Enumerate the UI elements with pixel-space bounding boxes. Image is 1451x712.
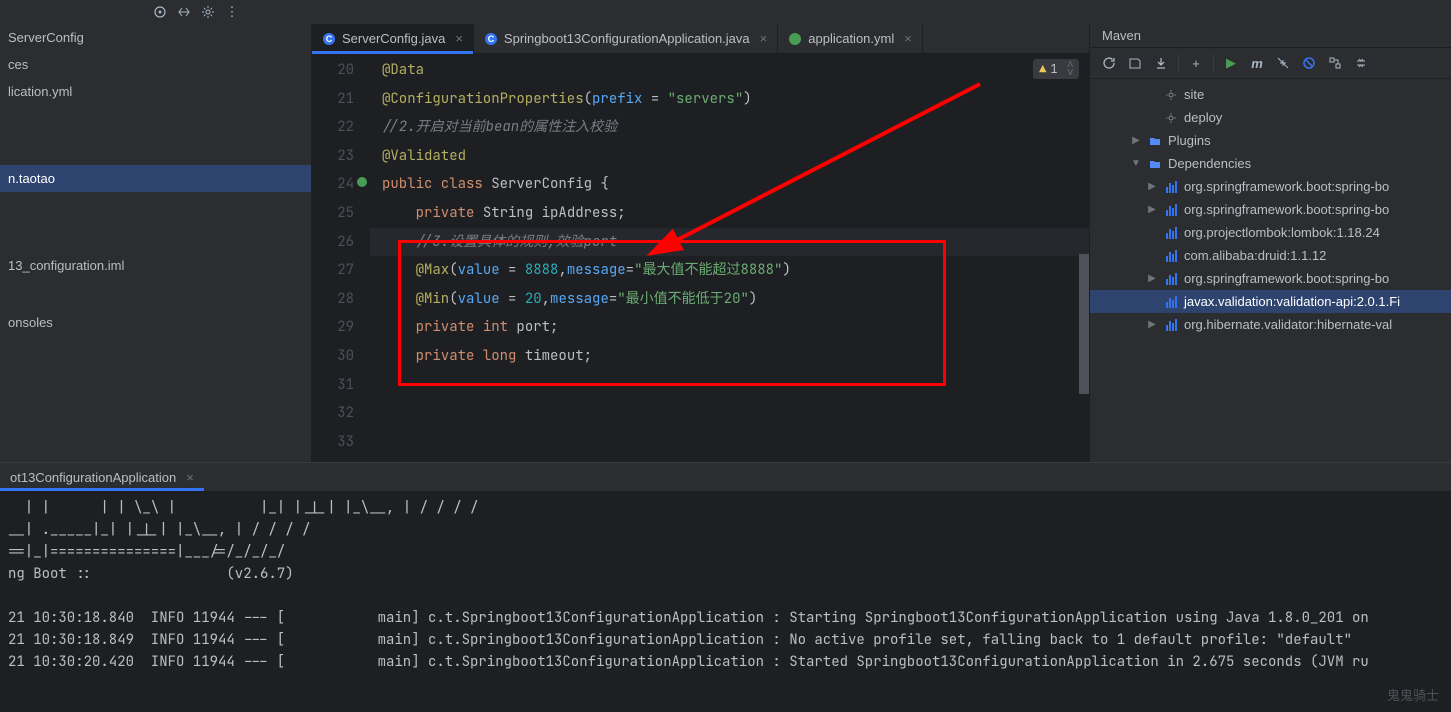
editor-tabs: C ServerConfig.java × C Springboot13Conf… xyxy=(312,24,1089,54)
java-class-icon: C xyxy=(322,32,336,46)
reload-icon[interactable] xyxy=(1098,52,1120,74)
run-gutter-icon[interactable] xyxy=(356,176,368,188)
maven-toolbar: + ▶ m xyxy=(1090,47,1451,79)
target-icon[interactable] xyxy=(148,0,172,24)
chevron-icon[interactable]: ▶ xyxy=(1146,204,1158,215)
close-icon[interactable]: × xyxy=(904,31,912,46)
tree-item-label: org.springframework.boot:spring-bo xyxy=(1184,202,1389,217)
maven-tree-item[interactable]: ▼ Dependencies xyxy=(1090,152,1451,175)
maven-m-icon[interactable]: m xyxy=(1246,52,1268,74)
run-icon[interactable]: ▶ xyxy=(1220,52,1242,74)
editor-area: C ServerConfig.java × C Springboot13Conf… xyxy=(312,24,1089,462)
tree-item-label: org.hibernate.validator:hibernate-val xyxy=(1184,317,1392,332)
project-item[interactable]: onsoles xyxy=(0,309,311,336)
tree-item-label: org.springframework.boot:spring-bo xyxy=(1184,179,1389,194)
tree-item-label: com.alibaba:druid:1.1.12 xyxy=(1184,248,1326,263)
maven-tree-item[interactable]: javax.validation:validation-api:2.0.1.Fi xyxy=(1090,290,1451,313)
library-icon xyxy=(1164,203,1178,217)
tree-item-label: org.springframework.boot:spring-bo xyxy=(1184,271,1389,286)
show-deps-icon[interactable] xyxy=(1324,52,1346,74)
project-item[interactable]: 13_configuration.iml xyxy=(0,252,311,279)
console-output[interactable]: | | | | \_\ | |_| |_|_| |_\__, | / / / /… xyxy=(0,491,1451,712)
tab-label: Springboot13ConfigurationApplication.jav… xyxy=(504,31,750,46)
folder-icon xyxy=(1148,134,1162,148)
maven-panel: Maven + ▶ m site deploy ▶ Plugins ▼ Dependenc… xyxy=(1089,24,1451,462)
main-toolbar: ⋮ xyxy=(0,0,1451,24)
add-icon[interactable]: + xyxy=(1185,52,1207,74)
tree-item-label: javax.validation:validation-api:2.0.1.Fi xyxy=(1184,294,1400,309)
tab-label: ServerConfig.java xyxy=(342,31,445,46)
toggle-offline-icon[interactable] xyxy=(1272,52,1294,74)
gear-icon xyxy=(1164,111,1178,125)
project-item[interactable]: ServerConfig xyxy=(0,24,311,51)
generate-sources-icon[interactable] xyxy=(1124,52,1146,74)
maven-tree-item[interactable]: site xyxy=(1090,83,1451,106)
chevron-icon[interactable]: ▶ xyxy=(1146,181,1158,192)
library-icon xyxy=(1164,226,1178,240)
tree-item-label: Dependencies xyxy=(1168,156,1251,171)
settings-icon[interactable] xyxy=(196,0,220,24)
folder-icon xyxy=(1148,157,1162,171)
tab-serverconfig[interactable]: C ServerConfig.java × xyxy=(312,24,474,53)
chevron-icon[interactable]: ▶ xyxy=(1146,319,1158,330)
maven-tree-item[interactable]: ▶ org.hibernate.validator:hibernate-val xyxy=(1090,313,1451,336)
close-icon[interactable]: × xyxy=(760,31,768,46)
maven-tree-item[interactable]: ▶ Plugins xyxy=(1090,129,1451,152)
warning-count: 1 xyxy=(1050,61,1057,77)
console-tab-run[interactable]: ot13ConfigurationApplication × xyxy=(0,463,204,491)
close-icon[interactable]: × xyxy=(186,470,194,485)
close-icon[interactable]: × xyxy=(455,31,463,46)
nav-chevrons[interactable]: ᐱᐯ xyxy=(1068,61,1073,77)
tree-item-label: Plugins xyxy=(1168,133,1211,148)
library-icon xyxy=(1164,249,1178,263)
chevron-icon[interactable]: ▶ xyxy=(1146,273,1158,284)
project-item[interactable]: ces xyxy=(0,51,311,78)
maven-tree-item[interactable]: ▶ org.springframework.boot:spring-bo xyxy=(1090,175,1451,198)
maven-tree-item[interactable]: org.projectlombok:lombok:1.18.24 xyxy=(1090,221,1451,244)
maven-tree-item[interactable]: ▶ org.springframework.boot:spring-bo xyxy=(1090,198,1451,221)
maven-tree: site deploy ▶ Plugins ▼ Dependencies ▶ org.spri… xyxy=(1090,79,1451,462)
chevron-icon[interactable]: ▼ xyxy=(1130,158,1142,169)
maven-tree-item[interactable]: ▶ org.springframework.boot:spring-bo xyxy=(1090,267,1451,290)
collapse-all-icon[interactable] xyxy=(1350,52,1372,74)
tab-label: application.yml xyxy=(808,31,894,46)
project-item[interactable]: lication.yml xyxy=(0,78,311,105)
project-item[interactable]: n.taotao xyxy=(0,165,311,192)
warning-icon: ▲ xyxy=(1039,61,1046,77)
maven-tree-item[interactable]: com.alibaba:druid:1.1.12 xyxy=(1090,244,1451,267)
library-icon xyxy=(1164,295,1178,309)
svg-text:C: C xyxy=(326,34,333,44)
library-icon xyxy=(1164,180,1178,194)
tree-item-label: org.projectlombok:lombok:1.18.24 xyxy=(1184,225,1380,240)
console-tabs: ot13ConfigurationApplication × xyxy=(0,463,1451,491)
code-content[interactable]: @Data @ConfigurationProperties(prefix = … xyxy=(370,54,1089,462)
maven-title: Maven xyxy=(1090,24,1451,47)
more-icon[interactable]: ⋮ xyxy=(220,0,244,24)
library-icon xyxy=(1164,318,1178,332)
skip-tests-icon[interactable] xyxy=(1298,52,1320,74)
maven-tree-item[interactable]: deploy xyxy=(1090,106,1451,129)
problems-badge[interactable]: ▲ 1 ᐱᐯ xyxy=(1033,59,1079,79)
yml-icon xyxy=(788,32,802,46)
tree-item-label: deploy xyxy=(1184,110,1222,125)
tab-springboot-app[interactable]: C Springboot13ConfigurationApplication.j… xyxy=(474,24,778,53)
tree-item-label: site xyxy=(1184,87,1204,102)
main-area: ServerConfig ces lication.yml n.taotao 1… xyxy=(0,24,1451,462)
java-class-icon: C xyxy=(484,32,498,46)
scrollbar-marker[interactable] xyxy=(1079,254,1089,394)
code-editor[interactable]: 20 21 22 23 24 25 26 27 28 29 30 31 32 3… xyxy=(312,54,1089,462)
chevron-icon[interactable]: ▶ xyxy=(1130,135,1142,146)
gear-icon xyxy=(1164,88,1178,102)
gutter: 20 21 22 23 24 25 26 27 28 29 30 31 32 3… xyxy=(312,54,370,462)
collapse-icon[interactable] xyxy=(172,0,196,24)
console-panel: ot13ConfigurationApplication × | | | | \… xyxy=(0,462,1451,712)
watermark: 鬼鬼骑士 xyxy=(1387,685,1439,704)
library-icon xyxy=(1164,272,1178,286)
project-panel: ServerConfig ces lication.yml n.taotao 1… xyxy=(0,24,312,462)
tab-application-yml[interactable]: application.yml × xyxy=(778,24,923,53)
console-tab-label: ot13ConfigurationApplication xyxy=(10,470,176,485)
download-icon[interactable] xyxy=(1150,52,1172,74)
svg-text:C: C xyxy=(488,34,495,44)
